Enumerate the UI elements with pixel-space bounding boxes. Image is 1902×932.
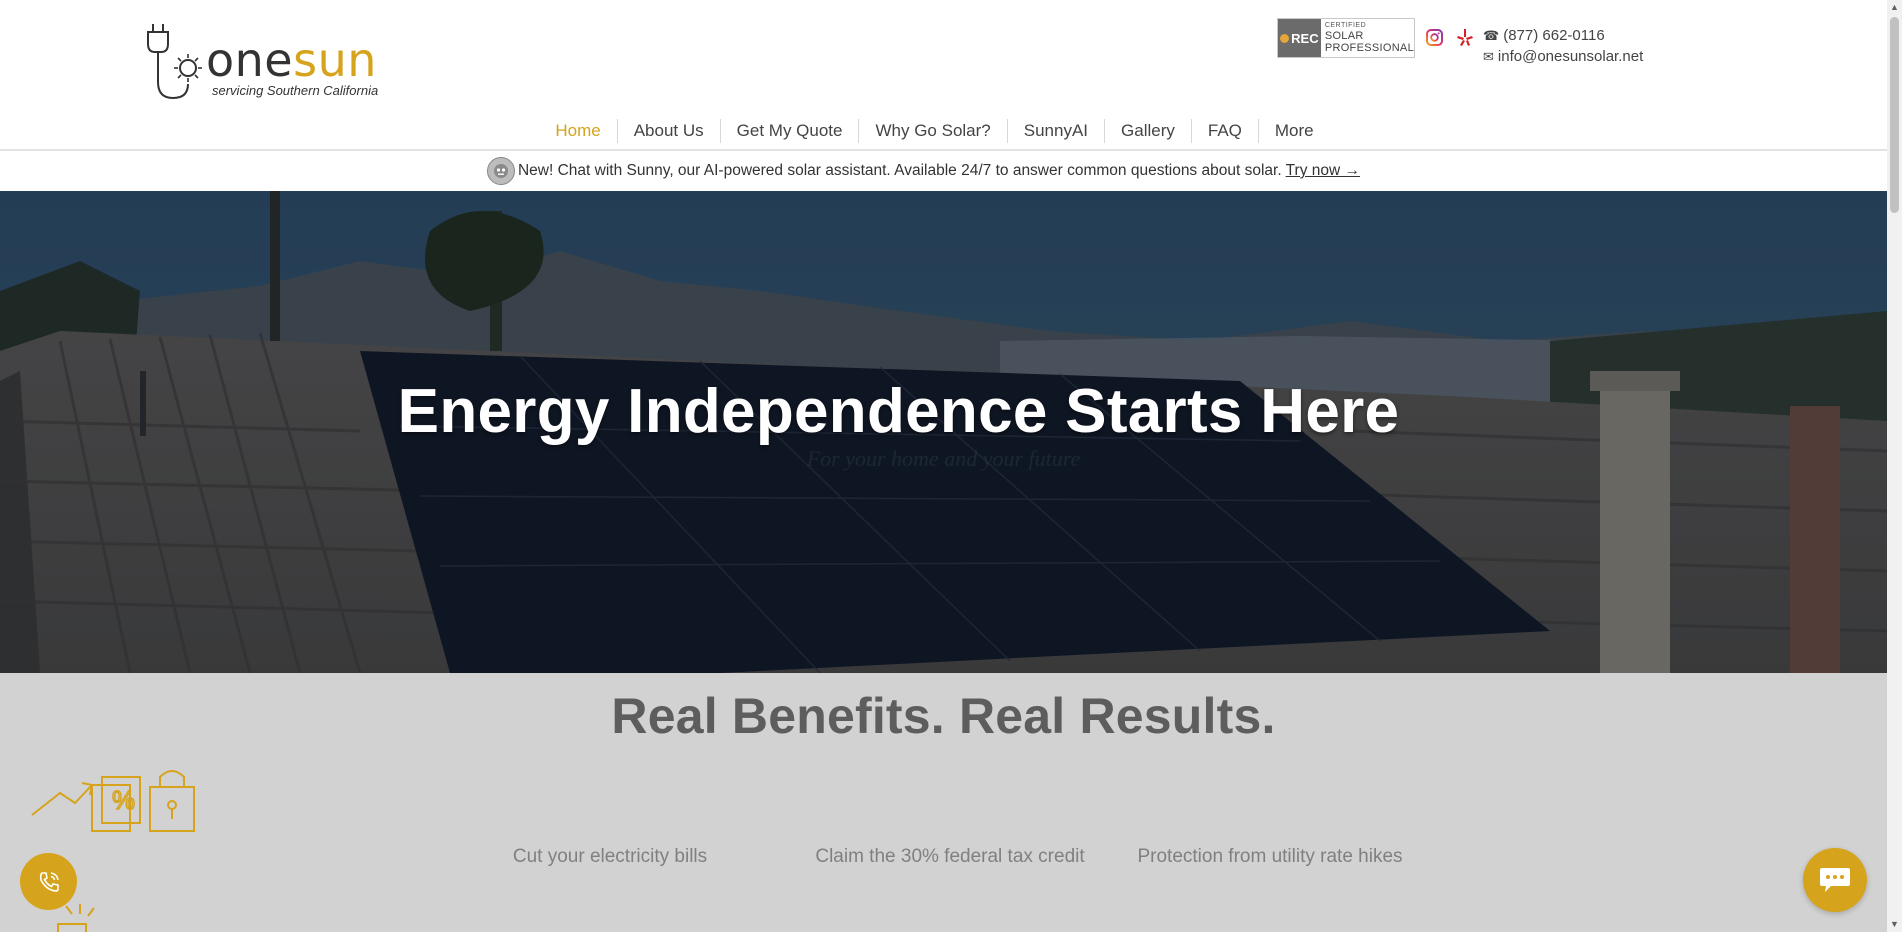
logo-tagline: servicing Southern California xyxy=(212,83,379,98)
site-header: onesun servicing Southern California REC… xyxy=(0,0,1887,151)
benefits-section: Real Benefits. Real Results. % Cut your … xyxy=(0,673,1887,932)
benefit-item-bills: Cut your electricity bills xyxy=(512,846,708,867)
scroll-up-arrow[interactable]: ▲ xyxy=(1887,0,1902,15)
instagram-icon[interactable] xyxy=(1425,28,1444,47)
logo-word-sun: sun xyxy=(293,33,377,87)
nav-item-faq[interactable]: FAQ xyxy=(1190,119,1258,143)
call-button[interactable] xyxy=(20,853,77,910)
cert-line2: SOLAR xyxy=(1324,30,1364,42)
sunny-robot-icon xyxy=(486,157,515,185)
rec-logo: REC xyxy=(1278,19,1321,57)
hero-subtitle: For your home and your future xyxy=(806,446,1081,471)
announcement-bar: New! Chat with Sunny, our AI-powered sol… xyxy=(0,151,1887,191)
phone-call-icon xyxy=(39,871,59,892)
phone-number: (877) 662-0116 xyxy=(1503,27,1605,44)
svg-text:%: % xyxy=(112,785,135,815)
scroll-down-arrow[interactable]: ▼ xyxy=(1887,917,1902,932)
cert-line1: CERTIFIED xyxy=(1324,22,1367,29)
nav-item-gallery[interactable]: Gallery xyxy=(1104,119,1191,143)
nav-item-home[interactable]: Home xyxy=(539,119,616,143)
onesun-logo[interactable]: onesun servicing Southern California xyxy=(143,22,383,102)
nav-list: Home About Us Get My Quote Why Go Solar? Sun… xyxy=(539,118,1329,144)
main-nav: Home About Us Get My Quote Why Go Solar? Sun… xyxy=(0,118,1887,144)
savings-graph-icon: % xyxy=(31,770,195,832)
try-now-link[interactable]: Try now → xyxy=(1286,162,1360,180)
phone-icon: ☎ xyxy=(1483,27,1500,43)
announcement-content: New! Chat with Sunny, our AI-powered sol… xyxy=(486,157,1360,185)
email-address: info@onesunsolar.net xyxy=(1497,48,1644,65)
announcement-text: New! Chat with Sunny, our AI-powered sol… xyxy=(517,162,1282,179)
mail-icon: ✉ xyxy=(1483,48,1494,64)
hero-banner: Energy Independence Starts Here For your… xyxy=(0,191,1887,673)
rec-dot-icon xyxy=(1280,33,1290,43)
rec-certified-badge: REC CERTIFIED SOLAR PROFESSIONAL xyxy=(1277,18,1415,58)
benefit-item-rate-protection: Protection from utility rate hikes xyxy=(1137,846,1403,867)
yelp-icon[interactable] xyxy=(1455,28,1474,47)
cert-line3: PROFESSIONAL xyxy=(1324,42,1414,54)
phone-link[interactable]: ☎ (877) 662-0116 xyxy=(1483,27,1605,44)
cert-text: CERTIFIED SOLAR PROFESSIONAL xyxy=(1321,22,1414,54)
chat-button[interactable] xyxy=(1803,848,1867,912)
page-scrollbar[interactable]: ▲ ▼ xyxy=(1887,0,1902,932)
hero-title: Energy Independence Starts Here xyxy=(397,377,1400,446)
logo-wordmark: onesun xyxy=(206,36,377,84)
nav-item-why-go-solar[interactable]: Why Go Solar? xyxy=(858,119,1006,143)
scrollbar-thumb[interactable] xyxy=(1890,17,1899,213)
nav-item-about-us[interactable]: About Us xyxy=(616,119,720,143)
benefit-item-tax-credit: Claim the 30% federal tax credit xyxy=(815,846,1085,867)
nav-item-get-my-quote[interactable]: Get My Quote xyxy=(719,119,859,143)
email-link[interactable]: ✉ info@onesunsolar.net xyxy=(1483,48,1643,65)
chat-bubble-icon xyxy=(1820,868,1850,892)
nav-item-more[interactable]: More xyxy=(1257,119,1330,143)
logo-word-one: one xyxy=(206,33,294,87)
benefits-title: Real Benefits. Real Results. xyxy=(611,688,1276,744)
nav-item-sunnyai[interactable]: SunnyAI xyxy=(1006,119,1104,143)
plug-sun-icon xyxy=(147,24,202,100)
rec-text: REC xyxy=(1291,30,1319,46)
